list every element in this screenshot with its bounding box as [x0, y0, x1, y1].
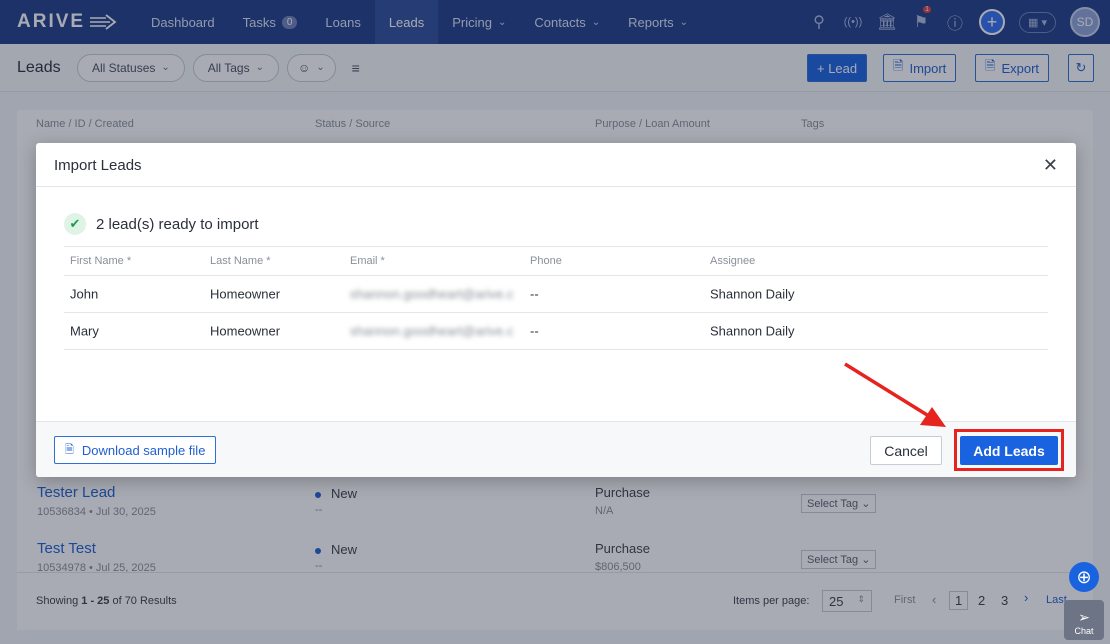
chat-button[interactable]: ➢ Chat [1064, 600, 1104, 640]
chat-arrow-icon: ➢ [1078, 609, 1090, 625]
plus-icon: ⊕ [1076, 566, 1092, 587]
zoom-in-button[interactable]: ⊕ [1069, 562, 1099, 592]
annotation-arrow-icon [844, 362, 946, 427]
